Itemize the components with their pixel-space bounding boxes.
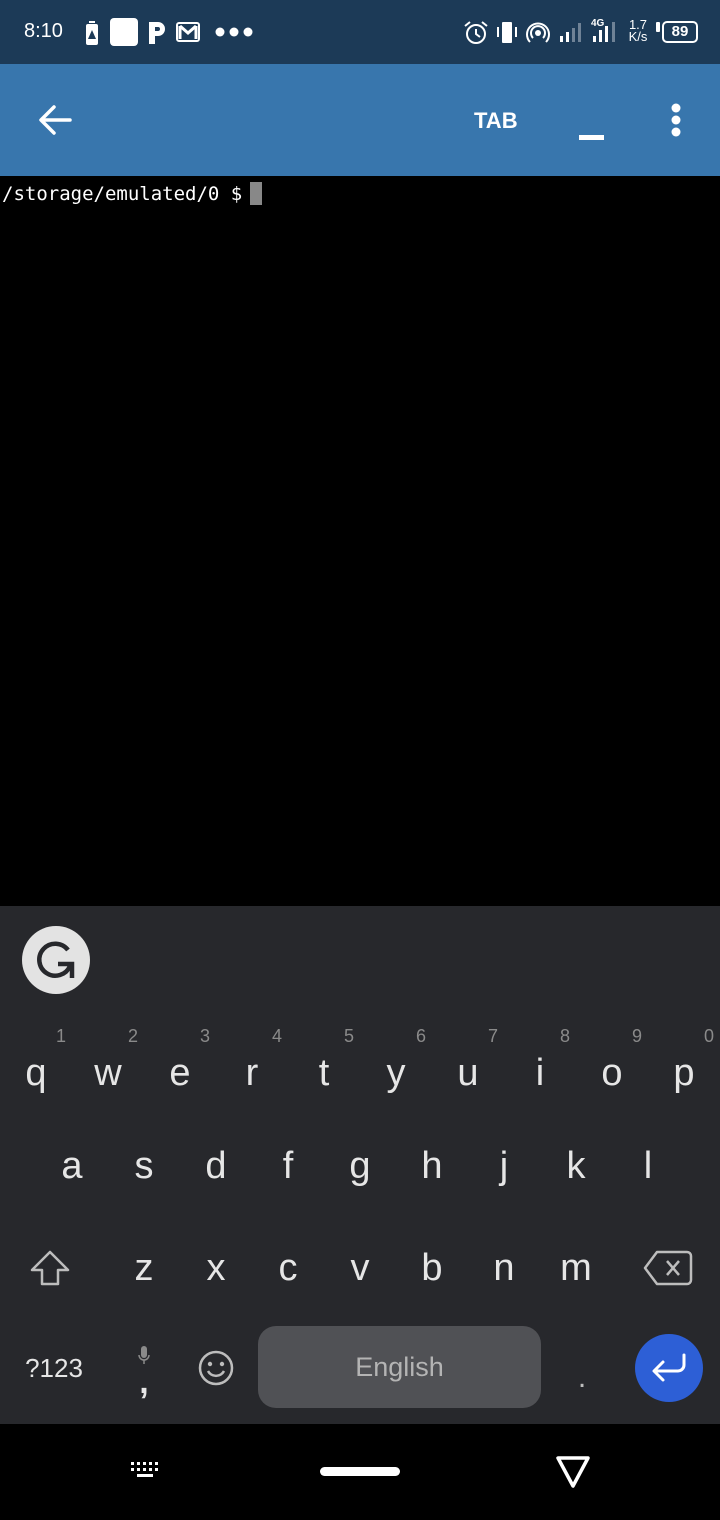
key-h[interactable]: h [396, 1118, 468, 1214]
key-a[interactable]: a [36, 1118, 108, 1214]
key-g[interactable]: g [324, 1118, 396, 1214]
underscore-button[interactable] [579, 135, 604, 140]
key-s[interactable]: s [108, 1118, 180, 1214]
more-vertical-icon[interactable] [668, 102, 684, 138]
key-l[interactable]: l [612, 1118, 684, 1214]
signal-4g-icon: 4G [591, 18, 615, 42]
key-k[interactable]: k [540, 1118, 612, 1214]
navigation-bar [0, 1424, 720, 1520]
tab-button[interactable]: TAB [474, 108, 518, 134]
alarm-icon [464, 21, 488, 44]
comma-key[interactable]: , [108, 1320, 180, 1416]
microphone-icon [138, 1346, 150, 1364]
arrow-left-icon[interactable] [36, 102, 76, 138]
signal-icon [560, 23, 581, 42]
key-x[interactable]: x [180, 1220, 252, 1316]
key-v[interactable]: v [324, 1220, 396, 1316]
status-bar: 8:10 4G 1.7 K/s 89 [0, 0, 720, 64]
keyboard-switch-icon[interactable] [130, 1462, 162, 1480]
vibrate-icon [497, 22, 517, 43]
hotspot-icon [526, 22, 550, 43]
battery-alert-icon [86, 21, 98, 45]
terminal-prompt: /storage/emulated/0 $ [2, 182, 243, 205]
gmail-icon [176, 22, 200, 42]
app-bar: TAB [0, 64, 720, 176]
key-y[interactable]: 6y [360, 1016, 432, 1112]
key-w[interactable]: 2w [72, 1016, 144, 1112]
key-o[interactable]: 9o [576, 1016, 648, 1112]
home-pill-icon[interactable] [320, 1467, 400, 1476]
status-time: 8:10 [24, 20, 63, 42]
key-q[interactable]: 1q [0, 1016, 72, 1112]
key-c[interactable]: c [252, 1220, 324, 1316]
p-app-icon [149, 22, 165, 44]
battery-level: 89 [662, 21, 698, 43]
key-m[interactable]: m [540, 1220, 612, 1316]
key-t[interactable]: 5t [288, 1016, 360, 1112]
emoji-icon [198, 1350, 234, 1386]
terminal-cursor [250, 182, 263, 205]
more-dots-icon [215, 27, 253, 37]
svg-text:4G: 4G [591, 18, 605, 29]
emoji-key[interactable] [180, 1320, 252, 1416]
key-j[interactable]: j [468, 1118, 540, 1214]
enter-key[interactable] [635, 1334, 703, 1402]
network-speed: 1.7 K/s [628, 17, 648, 44]
shift-icon [30, 1250, 70, 1286]
key-u[interactable]: 7u [432, 1016, 504, 1112]
grammarly-icon[interactable] [22, 926, 90, 994]
key-i[interactable]: 8i [504, 1016, 576, 1112]
terminal-view[interactable]: /storage/emulated/0 $ [0, 176, 720, 906]
key-r[interactable]: 4r [216, 1016, 288, 1112]
key-e[interactable]: 3e [144, 1016, 216, 1112]
backspace-key[interactable] [632, 1220, 704, 1316]
period-key[interactable]: . [546, 1320, 618, 1416]
key-p[interactable]: 0p [648, 1016, 720, 1112]
app-square-icon [110, 18, 138, 46]
back-triangle-icon[interactable] [554, 1454, 592, 1490]
key-f[interactable]: f [252, 1118, 324, 1214]
key-b[interactable]: b [396, 1220, 468, 1316]
keyboard: 1q 2w 3e 4r 5t 6y 7u 8i 9o 0p a s d f g … [0, 906, 720, 1424]
key-z[interactable]: z [108, 1220, 180, 1316]
symbols-key[interactable]: ?123 [14, 1320, 94, 1416]
space-bar[interactable]: English [258, 1326, 541, 1408]
backspace-icon [643, 1250, 693, 1286]
key-n[interactable]: n [468, 1220, 540, 1316]
enter-icon [652, 1353, 686, 1382]
shift-key[interactable] [14, 1220, 86, 1316]
key-d[interactable]: d [180, 1118, 252, 1214]
terminal-prompt-line: /storage/emulated/0 $ [2, 182, 263, 205]
battery-tip [656, 22, 660, 32]
